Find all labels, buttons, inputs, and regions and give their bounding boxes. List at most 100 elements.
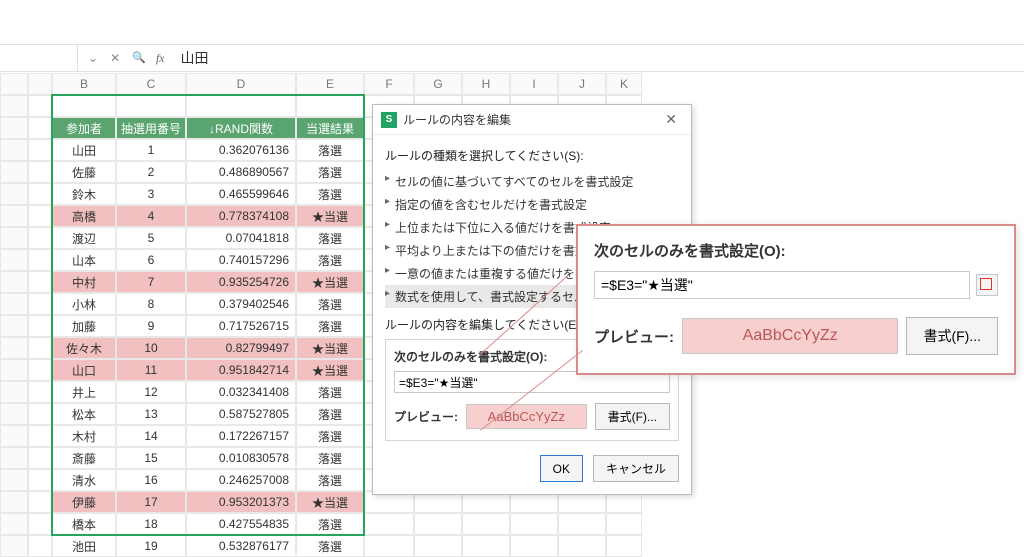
cell[interactable]: 落選 (296, 447, 364, 469)
cell[interactable]: 10 (116, 337, 186, 359)
table-header[interactable]: ↓RAND関数 (186, 117, 296, 139)
cell[interactable]: 山田 (52, 139, 116, 161)
cell[interactable] (28, 161, 52, 183)
cell[interactable]: 17 (116, 491, 186, 513)
fx-icon[interactable]: fx (156, 51, 175, 66)
cell[interactable]: ★当選 (296, 491, 364, 513)
cell[interactable] (510, 513, 558, 535)
select-all-corner[interactable] (0, 73, 28, 95)
cell[interactable]: 落選 (296, 535, 364, 557)
cell[interactable]: 0.427554835 (186, 513, 296, 535)
cell[interactable] (606, 535, 642, 557)
row-header[interactable] (0, 183, 28, 205)
cell[interactable] (28, 403, 52, 425)
cell[interactable]: 落選 (296, 161, 364, 183)
format-button[interactable]: 書式(F)... (595, 403, 670, 430)
cell[interactable] (28, 315, 52, 337)
cell[interactable] (414, 535, 462, 557)
cell[interactable]: 0.951842714 (186, 359, 296, 381)
cell[interactable]: 0.486890567 (186, 161, 296, 183)
search-icon[interactable]: 🔍 (132, 51, 146, 65)
cell[interactable]: 木村 (52, 425, 116, 447)
dropdown-icon[interactable]: ⌄ (88, 51, 98, 65)
cell[interactable]: 0.953201373 (186, 491, 296, 513)
cell[interactable] (296, 95, 364, 117)
cell[interactable] (28, 139, 52, 161)
cell[interactable] (558, 535, 606, 557)
row-header[interactable] (0, 205, 28, 227)
close-icon[interactable]: ✕ (659, 109, 683, 130)
cell[interactable]: 落選 (296, 403, 364, 425)
row-header[interactable] (0, 227, 28, 249)
cell[interactable] (28, 425, 52, 447)
cell[interactable]: 12 (116, 381, 186, 403)
col-header[interactable]: F (364, 73, 414, 95)
cell[interactable]: 橋本 (52, 513, 116, 535)
cell[interactable]: 0.717526715 (186, 315, 296, 337)
cell[interactable]: 9 (116, 315, 186, 337)
cell[interactable] (28, 95, 52, 117)
cell[interactable]: 0.82799497 (186, 337, 296, 359)
cell[interactable] (28, 447, 52, 469)
cell[interactable]: 14 (116, 425, 186, 447)
row-header[interactable] (0, 403, 28, 425)
cell[interactable] (52, 95, 116, 117)
row-header[interactable] (0, 491, 28, 513)
ok-button[interactable]: OK (540, 455, 583, 482)
cell[interactable] (364, 513, 414, 535)
row-header[interactable] (0, 139, 28, 161)
row-header[interactable] (0, 95, 28, 117)
cell[interactable]: 11 (116, 359, 186, 381)
cell[interactable] (606, 513, 642, 535)
cell[interactable] (116, 95, 186, 117)
cell[interactable] (28, 381, 52, 403)
cell[interactable]: 山口 (52, 359, 116, 381)
row-header[interactable] (0, 161, 28, 183)
cell[interactable] (462, 535, 510, 557)
row-header[interactable] (0, 513, 28, 535)
col-header[interactable]: H (462, 73, 510, 95)
cell[interactable]: 5 (116, 227, 186, 249)
cancel-icon[interactable]: ✕ (110, 51, 120, 65)
cell[interactable]: 落選 (296, 469, 364, 491)
row-header[interactable] (0, 469, 28, 491)
cell[interactable] (28, 337, 52, 359)
cell[interactable] (414, 513, 462, 535)
table-header[interactable]: 参加者 (52, 117, 116, 139)
col-header[interactable]: E (296, 73, 364, 95)
cell[interactable] (28, 535, 52, 557)
cell[interactable] (28, 469, 52, 491)
col-header[interactable]: D (186, 73, 296, 95)
cell[interactable]: 0.740157296 (186, 249, 296, 271)
cell[interactable]: ★当選 (296, 271, 364, 293)
table-header[interactable]: 抽選用番号 (116, 117, 186, 139)
cell[interactable]: 落選 (296, 381, 364, 403)
cell[interactable]: 0.935254726 (186, 271, 296, 293)
cell[interactable] (28, 293, 52, 315)
cell[interactable] (28, 205, 52, 227)
cell[interactable] (28, 491, 52, 513)
cell[interactable] (28, 271, 52, 293)
cell[interactable]: 13 (116, 403, 186, 425)
cell[interactable] (28, 513, 52, 535)
table-header[interactable]: 当選結果 (296, 117, 364, 139)
cell[interactable] (510, 535, 558, 557)
cell[interactable]: 3 (116, 183, 186, 205)
cell[interactable]: 落選 (296, 293, 364, 315)
cell[interactable]: 落選 (296, 425, 364, 447)
cell[interactable]: 0.362076136 (186, 139, 296, 161)
formula-input-field[interactable] (594, 271, 970, 299)
cell[interactable]: 0.032341408 (186, 381, 296, 403)
row-header[interactable] (0, 315, 28, 337)
row-header[interactable] (0, 381, 28, 403)
rule-type-item[interactable]: 指定の値を含むセルだけを書式設定 (385, 193, 679, 216)
cell[interactable]: 0.172267157 (186, 425, 296, 447)
cell[interactable]: ★当選 (296, 359, 364, 381)
col-header[interactable] (28, 73, 52, 95)
col-header[interactable]: G (414, 73, 462, 95)
cell[interactable]: 4 (116, 205, 186, 227)
cancel-button[interactable]: キャンセル (593, 455, 679, 482)
cell[interactable]: 渡辺 (52, 227, 116, 249)
cell[interactable]: 1 (116, 139, 186, 161)
col-header[interactable]: J (558, 73, 606, 95)
